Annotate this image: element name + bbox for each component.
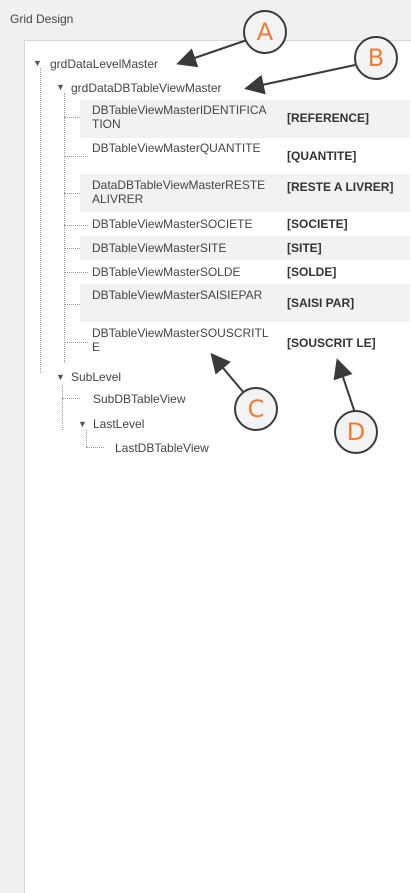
arrow-a — [176, 39, 248, 68]
arrow-c — [210, 352, 245, 394]
callout-d: D — [334, 410, 378, 454]
arrow-b — [244, 64, 356, 95]
callout-c: C — [234, 387, 278, 431]
callout-b: B — [354, 36, 398, 80]
callout-a: A — [243, 10, 287, 54]
arrow-d — [333, 358, 356, 414]
